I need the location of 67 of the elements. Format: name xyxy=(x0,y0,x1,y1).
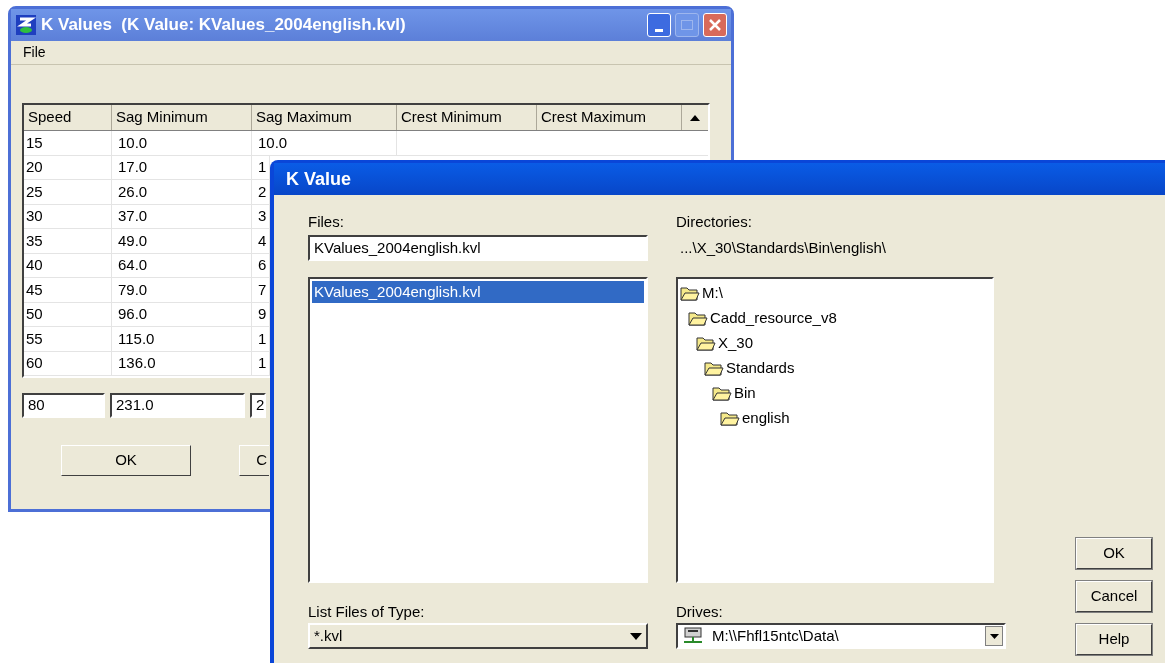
directories-label: Directories: xyxy=(676,212,753,232)
app-logo-icon xyxy=(15,14,37,36)
directory-item[interactable]: M:\ xyxy=(680,281,990,306)
directory-item[interactable]: Bin xyxy=(712,381,990,406)
table-cell: 96.0 xyxy=(112,302,252,326)
table-cell: 10.0 xyxy=(112,131,252,155)
value-field[interactable]: 2 xyxy=(250,393,266,418)
column-header[interactable]: Crest Maximum xyxy=(537,105,682,130)
folder-icon xyxy=(688,311,708,326)
table-cell: 40 xyxy=(24,253,112,277)
folder-icon xyxy=(720,411,740,426)
value-field[interactable]: 80 xyxy=(22,393,105,418)
table-cell: 136.0 xyxy=(112,351,252,375)
column-header[interactable]: Sag Minimum xyxy=(112,105,252,130)
files-label: Files: xyxy=(308,212,345,232)
cancel-button[interactable]: Cancel xyxy=(1076,581,1152,612)
window-title: K Values (K Value: KValues_2004english.kvl) xyxy=(41,14,407,37)
close-button[interactable] xyxy=(703,13,727,37)
table-cell: 115.0 xyxy=(112,327,252,351)
file-type-label: List Files of Type: xyxy=(308,602,426,622)
folder-icon xyxy=(712,386,732,401)
table-cell: 17.0 xyxy=(112,155,252,179)
column-header[interactable]: Speed xyxy=(24,105,112,130)
table-cell: 15 xyxy=(24,131,112,155)
folder-icon xyxy=(680,286,700,301)
table-cell: 49.0 xyxy=(112,229,252,253)
dialog-title: K Value xyxy=(286,167,352,191)
folder-icon xyxy=(704,361,724,376)
help-button[interactable]: Help xyxy=(1076,624,1152,655)
menu-item[interactable]: File xyxy=(19,42,50,63)
drives-label: Drives: xyxy=(676,602,724,622)
ok-button[interactable]: OK xyxy=(1076,538,1152,569)
table-cell: 55 xyxy=(24,327,112,351)
directory-item[interactable]: Cadd_resource_v8 xyxy=(688,306,990,331)
table-cell: 35 xyxy=(24,229,112,253)
table-cell: 37.0 xyxy=(112,204,252,228)
close-icon xyxy=(709,19,721,31)
table-cell: 60 xyxy=(24,351,112,375)
drives-dropdown[interactable]: M:\\Fhfl15ntc\Data\ xyxy=(676,623,1006,649)
minimize-button[interactable] xyxy=(647,13,671,37)
table-cell: 30 xyxy=(24,204,112,228)
dropdown-button[interactable] xyxy=(985,626,1003,646)
directory-item[interactable]: Standards xyxy=(704,356,990,381)
table-cell: 79.0 xyxy=(112,278,252,302)
ok-button[interactable]: OK xyxy=(61,445,191,476)
table-cell: 45 xyxy=(24,278,112,302)
table-cell: 10.0 xyxy=(252,131,397,155)
column-header[interactable]: Crest Minimum xyxy=(397,105,537,130)
dropdown-arrow-icon xyxy=(989,633,999,639)
table-cell: 26.0 xyxy=(112,180,252,204)
folder-icon xyxy=(696,336,716,351)
file-list-entry[interactable]: KValues_2004english.kvl xyxy=(312,281,644,303)
up-arrow-icon xyxy=(690,114,700,121)
column-header[interactable]: Sag Maximum xyxy=(252,105,397,130)
table-cell: 20 xyxy=(24,155,112,179)
value-field[interactable]: 231.0 xyxy=(110,393,245,418)
file-name-field[interactable]: KValues_2004english.kvl xyxy=(308,235,648,261)
table-cell: 25 xyxy=(24,180,112,204)
directory-item[interactable]: english xyxy=(720,406,990,431)
table-cell: 64.0 xyxy=(112,253,252,277)
file-type-dropdown[interactable]: *.kvl xyxy=(308,623,648,649)
table-cell: 50 xyxy=(24,302,112,326)
directory-item[interactable]: X_30 xyxy=(696,331,990,356)
network-drive-icon xyxy=(682,627,704,645)
cancel-button[interactable]: C xyxy=(239,445,269,476)
current-path: ...\X_30\Standards\Bin\english\ xyxy=(679,237,887,258)
dropdown-arrow-icon xyxy=(630,632,642,640)
